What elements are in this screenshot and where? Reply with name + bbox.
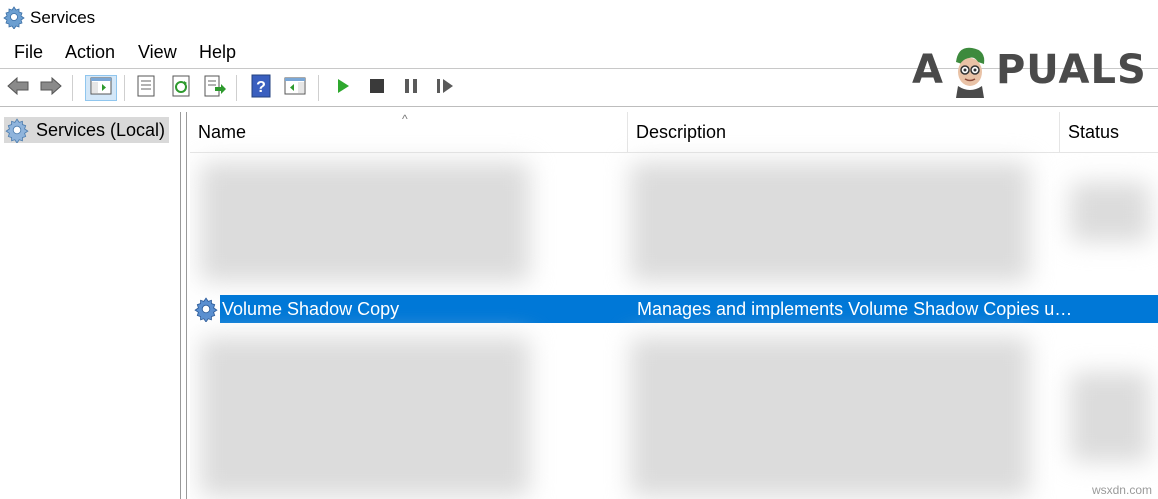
menu-action[interactable]: Action [65, 42, 115, 63]
pause-service-icon [403, 78, 419, 99]
console-tree-pane: Services (Local) [0, 112, 181, 499]
help-button[interactable]: ? [248, 74, 274, 103]
blurred-rows-top-name [200, 162, 530, 282]
show-hide-action-pane-icon [284, 76, 306, 101]
blurred-rows-top-description [630, 162, 1030, 282]
gear-icon [4, 117, 30, 144]
stop-service-button[interactable] [364, 75, 390, 101]
resume-service-button[interactable] [432, 75, 458, 101]
service-gear-icon [193, 296, 219, 323]
start-service-button[interactable] [330, 75, 356, 101]
blurred-rows-top-status [1070, 182, 1150, 242]
back-button[interactable] [5, 75, 31, 101]
tree-item-services-local[interactable]: Services (Local) [4, 117, 170, 144]
table-row-selected[interactable]: Volume Shadow Copy Manages and implement… [190, 295, 1158, 323]
menu-view[interactable]: View [138, 42, 177, 63]
column-name-label: Name [198, 121, 247, 142]
service-name-cell: Volume Shadow Copy [222, 299, 400, 319]
gear-icon [2, 5, 26, 30]
toolbar-separator-line [0, 106, 1158, 107]
svg-text:?: ? [256, 79, 266, 96]
show-hide-action-pane-button[interactable] [282, 75, 308, 101]
blurred-rows-bottom-name [200, 337, 530, 497]
window-title: Services [30, 8, 96, 27]
column-description-label: Description [636, 121, 727, 142]
menu-help[interactable]: Help [199, 42, 236, 63]
export-list-icon [203, 75, 227, 102]
pane-divider[interactable] [186, 112, 187, 499]
toolbar-separator [318, 75, 319, 101]
column-header-description[interactable]: Description [628, 112, 1060, 152]
export-list-button[interactable] [202, 75, 228, 101]
toolbar-separator [236, 75, 237, 101]
tree-item-label: Services (Local) [36, 119, 166, 140]
help-icon: ? [250, 74, 272, 103]
logo-text-left: A [912, 47, 944, 93]
start-service-icon [335, 77, 351, 100]
blurred-rows-bottom-status [1070, 372, 1150, 462]
forward-button[interactable] [38, 75, 64, 101]
toolbar-separator [124, 75, 125, 101]
mascot-icon [948, 42, 992, 98]
services-list-pane: Name ^ Description Status Volume Shadow … [190, 112, 1158, 499]
back-arrow-icon [6, 76, 30, 101]
refresh-button[interactable] [168, 75, 194, 101]
column-header-status[interactable]: Status [1060, 112, 1158, 152]
toolbar-separator [72, 75, 73, 101]
column-status-label: Status [1068, 121, 1120, 142]
refresh-icon [170, 75, 192, 102]
watermark: wsxdn.com [1091, 483, 1152, 497]
column-header-name[interactable]: Name [190, 112, 628, 152]
resume-service-icon [435, 78, 455, 99]
stop-service-icon [369, 78, 385, 99]
show-hide-console-tree-button[interactable] [85, 75, 117, 101]
sort-ascending-icon: ^ [402, 112, 408, 126]
forward-arrow-icon [39, 76, 63, 101]
menu-file[interactable]: File [14, 42, 43, 63]
properties-button[interactable] [133, 75, 159, 101]
appuals-logo: A PUALS [912, 40, 1147, 100]
column-header: Name ^ Description Status [190, 112, 1158, 153]
service-description-cell: Manages and implements Volume Shadow Cop… [637, 299, 1073, 319]
show-hide-console-tree-icon [90, 76, 112, 101]
blurred-rows-bottom-description [630, 337, 1030, 497]
properties-icon [135, 75, 157, 102]
title-bar: Services [0, 0, 1158, 38]
pause-service-button[interactable] [398, 75, 424, 101]
logo-text-right: PUALS [995, 47, 1147, 93]
